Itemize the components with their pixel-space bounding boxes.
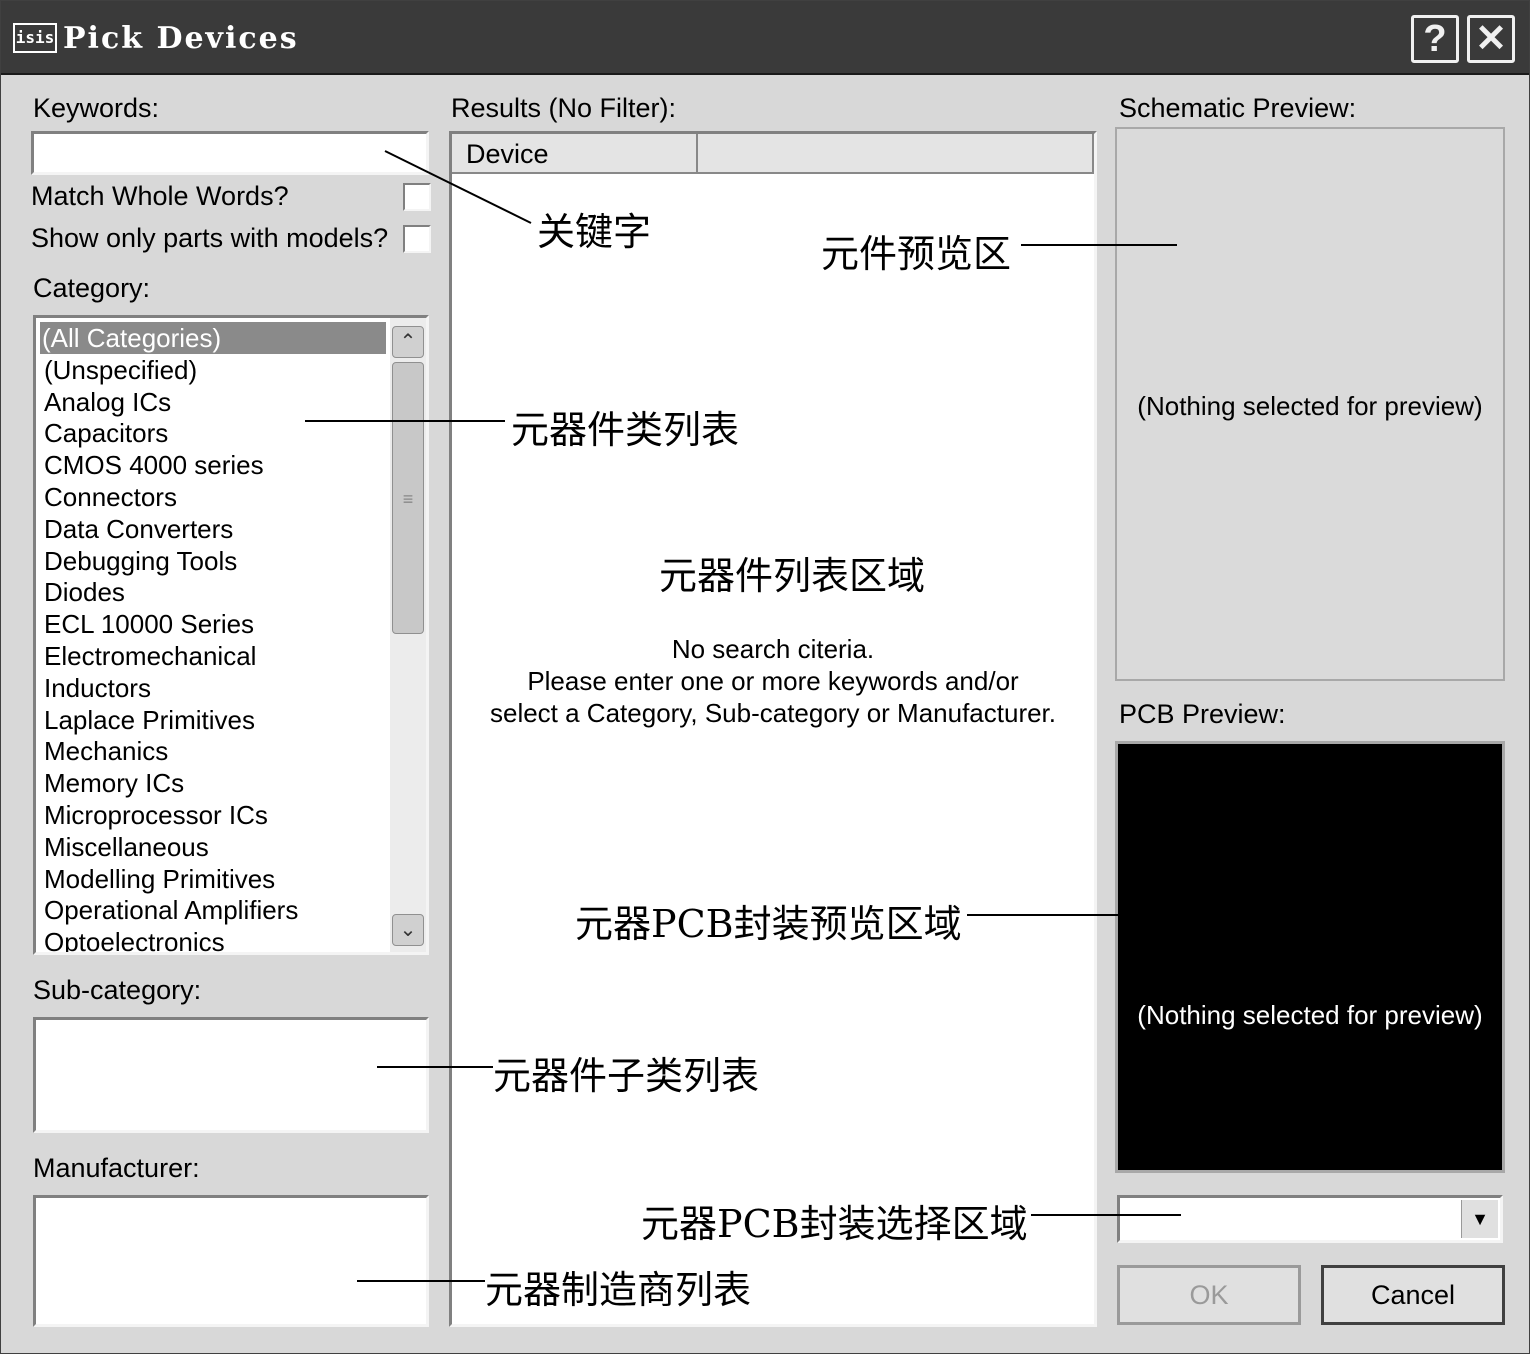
annotation-device-list-area: 元器件列表区域 [659, 554, 926, 598]
annotation-component-preview: 元件预览区 [821, 232, 1012, 276]
annotation-lines [305, 150, 1181, 1282]
keywords-callout-line [384, 150, 532, 224]
annotation-category-list: 元器件类列表 [511, 408, 740, 452]
annotation-manufacturer-list: 元器制造商列表 [485, 1268, 752, 1312]
annotation-pcb-select-area: 元器PCB封装选择区域 [641, 1202, 1028, 1246]
annotation-keywords: 关键字 [537, 210, 652, 254]
pick-devices-dialog: isis Pick Devices ? ✕ Keywords: Match Wh… [0, 0, 1530, 1354]
annotation-subcategory-list: 元器件子类列表 [493, 1054, 760, 1098]
annotation-pcb-preview-area: 元器PCB封装预览区域 [575, 902, 962, 946]
